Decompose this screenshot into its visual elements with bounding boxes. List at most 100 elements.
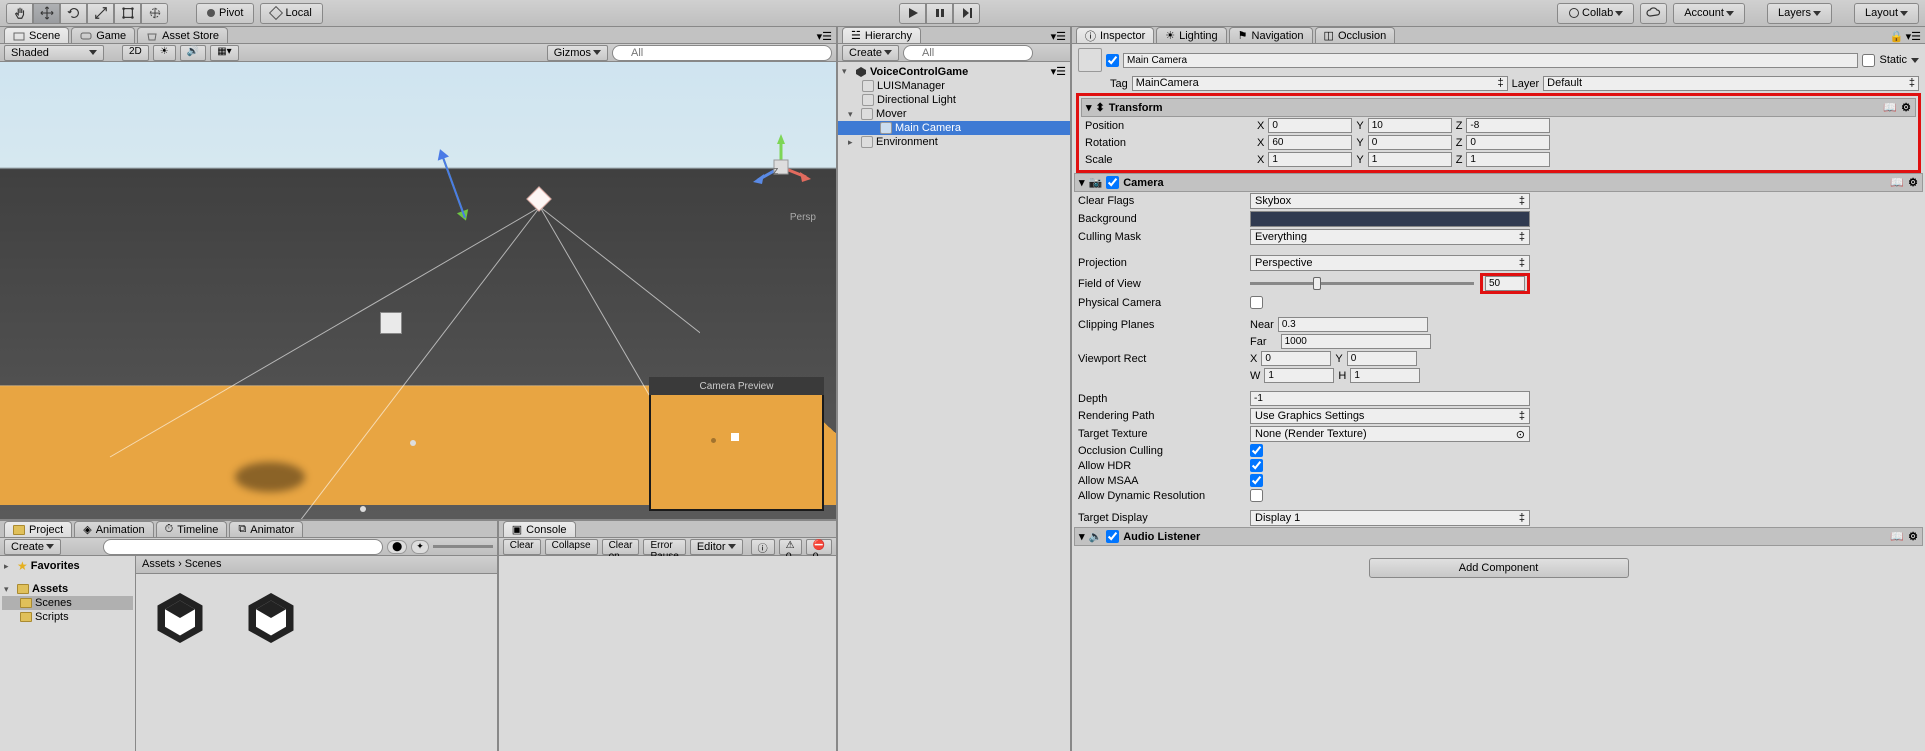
cloud-button[interactable]	[1640, 3, 1667, 24]
account-dropdown[interactable]: Account	[1673, 3, 1745, 24]
culling-mask-dropdown[interactable]: Everything‡	[1250, 229, 1530, 245]
search-filter-pill[interactable]: ✦	[411, 540, 429, 554]
layers-dropdown[interactable]: Layers	[1767, 3, 1832, 24]
breadcrumb-item[interactable]: Assets	[142, 558, 175, 570]
scale-tool-button[interactable]	[87, 3, 114, 24]
tab-hierarchy[interactable]: ☱Hierarchy	[842, 27, 921, 43]
help-icon[interactable]: 📖	[1890, 530, 1904, 543]
tab-game[interactable]: Game	[71, 27, 135, 43]
audio-listener-header[interactable]: ▾🔊Audio Listener📖⚙	[1074, 527, 1923, 546]
tab-lighting[interactable]: ☀Lighting	[1156, 27, 1226, 43]
clear-flags-dropdown[interactable]: Skybox‡	[1250, 193, 1530, 209]
lock-icon[interactable]: 🔒	[1890, 30, 1904, 43]
settings-icon[interactable]: ⚙	[1901, 101, 1911, 114]
rect-tool-button[interactable]	[114, 3, 141, 24]
camera-enabled-checkbox[interactable]	[1106, 176, 1119, 189]
breadcrumb-item[interactable]: Scenes	[185, 558, 222, 570]
viewport-h-input[interactable]	[1350, 368, 1420, 383]
rotation-z-input[interactable]	[1466, 135, 1550, 150]
info-count[interactable]: ⓘ 0	[751, 539, 775, 555]
error-count[interactable]: ⛔ 0	[806, 539, 832, 555]
help-icon[interactable]: 📖	[1883, 101, 1897, 114]
position-y-input[interactable]	[1368, 118, 1452, 133]
tab-asset-store[interactable]: Asset Store	[137, 27, 228, 43]
allow-msaa-checkbox[interactable]	[1250, 474, 1263, 487]
depth-input[interactable]	[1250, 391, 1530, 406]
render-path-dropdown[interactable]: Use Graphics Settings‡	[1250, 408, 1530, 424]
tab-menu-icon[interactable]: ▾☰	[817, 30, 832, 43]
tab-navigation[interactable]: ⚑Navigation	[1229, 27, 1313, 43]
add-component-button[interactable]: Add Component	[1369, 558, 1629, 578]
object-name-input[interactable]	[1123, 53, 1858, 68]
gameobject-item-selected[interactable]: Main Camera	[838, 121, 1070, 135]
static-checkbox[interactable]	[1862, 54, 1875, 67]
pivot-button[interactable]: Pivot	[196, 3, 254, 24]
tab-menu-icon[interactable]: ▾☰	[1906, 30, 1921, 43]
scene-asset-icon[interactable]	[241, 588, 301, 648]
assets-root-item[interactable]: ▾Assets	[2, 582, 133, 596]
collab-dropdown[interactable]: Collab	[1557, 3, 1634, 24]
position-z-input[interactable]	[1466, 118, 1550, 133]
rotation-x-input[interactable]	[1268, 135, 1352, 150]
fx-toggle[interactable]: ▦▾	[210, 45, 238, 61]
near-input[interactable]	[1278, 317, 1428, 332]
step-button[interactable]	[953, 3, 980, 24]
tab-timeline[interactable]: ⏱Timeline	[156, 521, 228, 537]
gameobject-item[interactable]: ▸Environment	[838, 135, 1070, 149]
clear-button[interactable]: Clear	[503, 539, 541, 555]
chevron-down-icon[interactable]	[1911, 58, 1919, 63]
orientation-gizmo[interactable]: z	[746, 132, 816, 202]
gameobject-item[interactable]: LUISManager	[838, 79, 1070, 93]
dynamic-resolution-checkbox[interactable]	[1250, 489, 1263, 502]
hierarchy-search-input[interactable]	[903, 45, 1033, 61]
scene-asset-icon[interactable]	[150, 588, 210, 648]
tab-console[interactable]: ▣Console	[503, 521, 576, 537]
layout-dropdown[interactable]: Layout	[1854, 3, 1919, 24]
tab-occlusion[interactable]: ◫Occlusion	[1315, 27, 1396, 43]
scenes-folder-item[interactable]: Scenes	[2, 596, 133, 610]
project-create-dropdown[interactable]: Create	[4, 539, 61, 555]
audio-toggle[interactable]: 🔊	[180, 45, 206, 61]
allow-hdr-checkbox[interactable]	[1250, 459, 1263, 472]
gizmos-dropdown[interactable]: Gizmos	[547, 45, 608, 61]
collapse-button[interactable]: Collapse	[545, 539, 598, 555]
viewport-w-input[interactable]	[1264, 368, 1334, 383]
background-color-picker[interactable]	[1250, 211, 1530, 227]
audio-listener-enabled-checkbox[interactable]	[1106, 530, 1119, 543]
2d-toggle[interactable]: 2D	[122, 45, 149, 61]
layer-dropdown[interactable]: Default‡	[1543, 76, 1919, 91]
shading-dropdown[interactable]: Shaded	[4, 45, 104, 61]
camera-header[interactable]: ▾📷Camera📖⚙	[1074, 173, 1923, 192]
clear-on-play-button[interactable]: Clear on Play	[602, 539, 640, 555]
active-checkbox[interactable]	[1106, 54, 1119, 67]
play-button[interactable]	[899, 3, 926, 24]
tab-project[interactable]: Project	[4, 521, 72, 537]
scene-menu-icon[interactable]: ▾☰	[1051, 65, 1066, 78]
viewport-y-input[interactable]	[1347, 351, 1417, 366]
thumbnail-slider[interactable]	[433, 545, 493, 548]
settings-icon[interactable]: ⚙	[1908, 176, 1918, 189]
search-filter-pill[interactable]: ⬤	[387, 540, 407, 554]
position-x-input[interactable]	[1268, 118, 1352, 133]
target-display-dropdown[interactable]: Display 1‡	[1250, 510, 1530, 526]
project-search-input[interactable]	[103, 539, 383, 555]
tab-animation[interactable]: ◈Animation	[74, 521, 153, 537]
editor-dropdown[interactable]: Editor	[690, 539, 743, 555]
scale-x-input[interactable]	[1268, 152, 1352, 167]
far-input[interactable]	[1281, 334, 1431, 349]
combined-tool-button[interactable]	[141, 3, 168, 24]
gameobject-item[interactable]: ▾Mover	[838, 107, 1070, 121]
tag-dropdown[interactable]: MainCamera‡	[1132, 76, 1508, 91]
scale-z-input[interactable]	[1466, 152, 1550, 167]
fov-slider[interactable]	[1250, 282, 1474, 285]
scene-search-input[interactable]	[612, 45, 832, 61]
error-pause-button[interactable]: Error Pause	[643, 539, 685, 555]
lighting-toggle[interactable]: ☀	[153, 45, 176, 61]
rotation-y-input[interactable]	[1368, 135, 1452, 150]
occlusion-culling-checkbox[interactable]	[1250, 444, 1263, 457]
hierarchy-create-dropdown[interactable]: Create	[842, 45, 899, 61]
viewport-x-input[interactable]	[1261, 351, 1331, 366]
scene-root-item[interactable]: ▾VoiceControlGame▾☰	[838, 64, 1070, 79]
tab-animator[interactable]: ⧉Animator	[229, 521, 303, 537]
tab-scene[interactable]: Scene	[4, 27, 69, 43]
